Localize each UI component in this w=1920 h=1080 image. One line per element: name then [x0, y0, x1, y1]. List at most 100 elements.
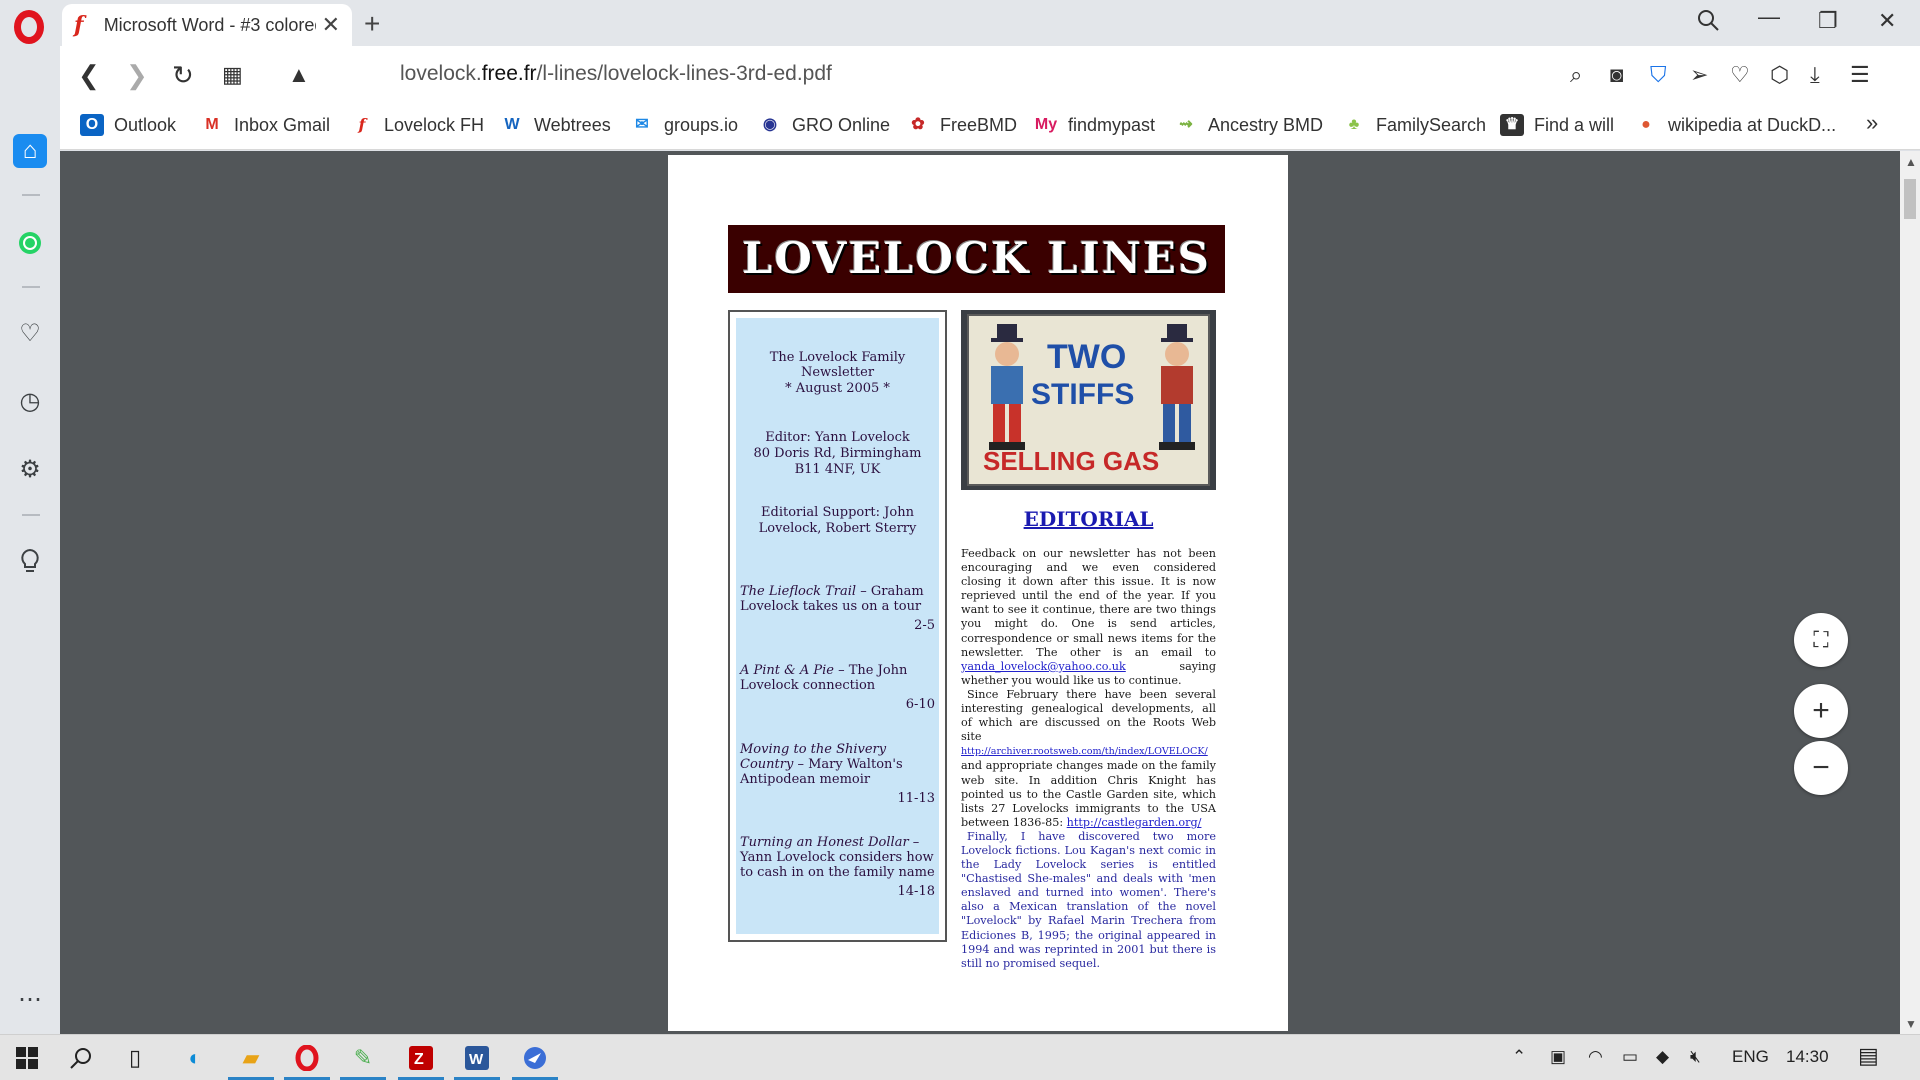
- address-bar-row: ❮ ❯ ↻ ▦ ▲ lovelock.free.fr/l-lines/lovel…: [60, 46, 1920, 104]
- bookmark-lovelock-fh[interactable]: f Lovelock FH: [350, 114, 485, 136]
- bookmark-outlook[interactable]: O Outlook: [80, 114, 176, 136]
- title-bar: f Microsoft Word - #3 colored ✕ + — ❐ ✕: [0, 0, 1920, 46]
- whatsapp-icon[interactable]: [13, 226, 47, 260]
- windows-taskbar: ▯ ◐ ▰ ✎ Z W ⌃ ▣ ◠ ▭ ◆ 🔇︎ ENG 14:30 ▤: [0, 1034, 1920, 1080]
- bookmark-gro-online[interactable]: ◉ GRO Online: [758, 114, 890, 136]
- vertical-scrollbar[interactable]: ▲ ▼: [1900, 151, 1920, 1034]
- sign-word-stiffs: STIFFS: [1031, 378, 1135, 411]
- bookmark-freebmd[interactable]: ✿ FreeBMD: [906, 114, 1017, 136]
- bookmark-gmail[interactable]: M Inbox Gmail: [200, 114, 330, 136]
- rootsweb-link[interactable]: http://archiver.rootsweb.com/th/index/LO…: [961, 746, 1208, 757]
- pdf-viewer[interactable]: LOVELOCK LINES The Lovelock Family Newsl…: [60, 151, 1900, 1034]
- camera-icon[interactable]: ◙: [1610, 62, 1623, 88]
- edge-icon[interactable]: ◐: [180, 1043, 210, 1073]
- bookmark-ancestry-bmd[interactable]: ⇝ Ancestry BMD: [1174, 114, 1323, 136]
- bookmark-label: Webtrees: [534, 114, 611, 135]
- close-window-button[interactable]: ✕: [1878, 8, 1896, 34]
- windows-start-icon[interactable]: [12, 1043, 42, 1073]
- word-icon[interactable]: W: [454, 1043, 500, 1080]
- restore-button[interactable]: ❐: [1818, 8, 1838, 34]
- editor-line-3: B11 4NF, UK: [794, 462, 881, 477]
- fit-to-page-button[interactable]: ⛶: [1794, 613, 1848, 667]
- outlook-icon: O: [80, 114, 104, 136]
- vpn-shield-icon[interactable]: ⛉: [1650, 62, 1667, 88]
- security-warning-icon[interactable]: ▲: [288, 62, 310, 88]
- reload-button[interactable]: ↻: [172, 60, 194, 91]
- bookmark-findmypast[interactable]: My findmypast: [1034, 114, 1155, 136]
- mail-icon: ✉: [635, 116, 649, 133]
- zoom-in-button[interactable]: +: [1794, 684, 1848, 738]
- more-options-icon[interactable]: ⋯: [13, 982, 47, 1016]
- minimize-button[interactable]: —: [1758, 4, 1780, 30]
- tab-title: Microsoft Word - #3 colored: [103, 14, 316, 35]
- freebmd-icon: ✿: [911, 116, 925, 133]
- search-icon[interactable]: [66, 1043, 96, 1073]
- search-tabs-icon[interactable]: [1696, 8, 1720, 38]
- email-link[interactable]: yanda_lovelock@yahoo.co.uk: [961, 660, 1126, 673]
- bookmark-groups-io[interactable]: ✉ groups.io: [630, 114, 738, 136]
- bookmark-find-a-will[interactable]: ♛ Find a will: [1500, 114, 1614, 136]
- send-icon[interactable]: ➢: [1690, 62, 1708, 88]
- settings-gear-icon[interactable]: ⚙: [13, 452, 47, 486]
- notepad-plus-icon[interactable]: ✎: [340, 1043, 386, 1080]
- editor-line-1: Editor: Yann Lovelock: [765, 430, 910, 445]
- zoom-out-button[interactable]: −: [1794, 741, 1848, 795]
- active-tab[interactable]: f Microsoft Word - #3 colored ✕: [62, 4, 352, 46]
- back-button[interactable]: ❮: [78, 60, 100, 91]
- thunderbird-icon[interactable]: [512, 1043, 558, 1080]
- contents-item-pages: 6-10: [905, 697, 935, 712]
- easy-setup-icon[interactable]: ☰: [1850, 62, 1870, 88]
- bookmark-wikipedia-duckduckgo[interactable]: ● wikipedia at DuckD...: [1634, 114, 1836, 136]
- scroll-up-icon[interactable]: ▲: [1905, 155, 1917, 169]
- bookmark-label: FreeBMD: [940, 114, 1018, 135]
- clock[interactable]: 14:30: [1786, 1047, 1829, 1067]
- bookmark-label: Lovelock FH: [384, 114, 485, 135]
- task-view-icon[interactable]: ▯: [120, 1043, 150, 1073]
- tabs-grid-icon[interactable]: ▦: [222, 62, 243, 88]
- history-clock-icon[interactable]: ◷: [13, 384, 47, 418]
- banner-title: LOVELOCK LINES: [742, 234, 1211, 284]
- opera-logo-icon[interactable]: [10, 8, 48, 46]
- findmypast-icon: My: [1034, 116, 1058, 133]
- castlegarden-link[interactable]: http://castlegarden.org/: [1067, 816, 1202, 829]
- bookmark-webtrees[interactable]: W Webtrees: [500, 114, 611, 136]
- file-explorer-icon[interactable]: ▰: [228, 1043, 274, 1080]
- notifications-icon[interactable]: ▤: [1858, 1043, 1879, 1069]
- scroll-down-icon[interactable]: ▼: [1905, 1017, 1917, 1031]
- bookmarks-bar: O Outlook M Inbox Gmail f Lovelock FH W Webt…: [60, 104, 1920, 150]
- battery-icon[interactable]: ▭: [1622, 1047, 1638, 1067]
- search-zoom-icon[interactable]: ⌕: [1570, 62, 1582, 88]
- heart-icon[interactable]: ♡: [13, 316, 47, 350]
- address-bar[interactable]: lovelock.free.fr/l-lines/lovelock-lines-…: [400, 62, 832, 86]
- bookmark-familysearch[interactable]: ♣ FamilySearch: [1342, 114, 1486, 136]
- filezilla-icon[interactable]: Z: [398, 1043, 444, 1080]
- lovelock-f-icon: f: [358, 115, 366, 134]
- cube-icon[interactable]: ⬡: [1770, 62, 1789, 88]
- opera-taskbar-icon[interactable]: [284, 1043, 330, 1080]
- bookmarks-more-button[interactable]: »: [1866, 110, 1878, 136]
- sign-word-selling-gas: SELLING GAS: [983, 446, 1160, 476]
- show-hidden-icons-icon[interactable]: ⌃: [1512, 1047, 1526, 1067]
- lightbulb-icon[interactable]: [13, 544, 47, 578]
- volume-muted-icon[interactable]: 🔇︎: [1690, 1047, 1701, 1067]
- download-icon[interactable]: ⤓: [1810, 62, 1820, 88]
- sidebar-separator: [22, 514, 40, 516]
- url-prefix: lovelock.: [400, 62, 482, 85]
- home-icon[interactable]: ⌂: [13, 134, 47, 168]
- new-tab-button[interactable]: +: [364, 8, 380, 40]
- newsletter-sidebar-box: The Lovelock Family Newsletter * August …: [728, 310, 947, 942]
- tab-close-icon[interactable]: ✕: [322, 12, 340, 38]
- editorial-body: Feedback on our newsletter has not been …: [961, 547, 1216, 971]
- favorites-heart-icon[interactable]: ♡: [1730, 62, 1750, 88]
- language-indicator[interactable]: ENG: [1732, 1047, 1769, 1067]
- contents-item: A Pint & A Pie – The John Lovelock conne…: [736, 663, 939, 712]
- contents-panel: The Lovelock Family Newsletter * August …: [736, 318, 939, 934]
- cartoon-figure-left-icon: [989, 324, 1025, 450]
- forward-button[interactable]: ❯: [126, 60, 148, 91]
- two-stiffs-photo: TWO STIFFS SELLING GAS: [961, 310, 1216, 490]
- scrollbar-thumb[interactable]: [1904, 179, 1916, 219]
- meet-now-icon[interactable]: ▣: [1550, 1047, 1566, 1067]
- newsletter-subtitle: The Lovelock Family Newsletter: [769, 350, 906, 380]
- dropbox-icon[interactable]: ◆: [1656, 1047, 1669, 1067]
- wifi-icon[interactable]: ◠: [1588, 1047, 1603, 1067]
